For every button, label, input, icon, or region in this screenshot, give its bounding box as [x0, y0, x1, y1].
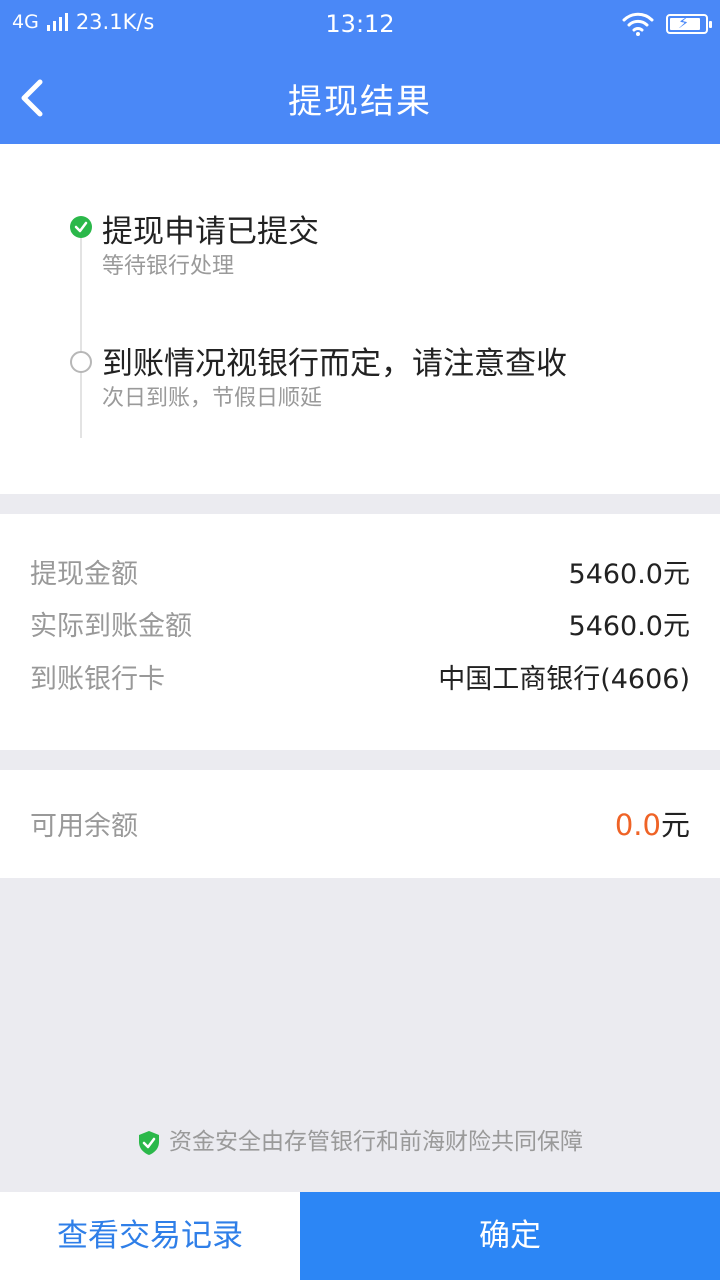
status-time: 13:12 — [325, 10, 395, 38]
view-records-button[interactable]: 查看交易记录 — [0, 1192, 300, 1280]
detail-row-amount: 提现金额 5460.0元 — [30, 552, 690, 592]
bottom-action-bar: 查看交易记录 确定 — [0, 1192, 720, 1280]
balance-unit: 元 — [660, 808, 690, 842]
security-note: 资金安全由存管银行和前海财险共同保障 — [0, 1122, 720, 1156]
step-subtitle: 等待银行处理 — [102, 254, 235, 279]
progress-timeline: 提现申请已提交 等待银行处理 到账情况视银行而定，请注意查收 次日到账，节假日顺… — [0, 144, 720, 494]
detail-label: 到账银行卡 — [30, 664, 165, 695]
withdrawal-details: 提现金额 5460.0元 实际到账金额 5460.0元 到账银行卡 中国工商银行… — [0, 514, 720, 750]
nav-bar: 提现结果 — [0, 52, 720, 144]
step-title: 提现申请已提交 — [102, 214, 319, 250]
balance-amount: 0.0 — [614, 808, 661, 842]
detail-value: 5460.0元 — [568, 611, 690, 642]
pending-circle-icon — [70, 351, 92, 373]
status-bar: 4G 23.1K/s 13:12 ⚡ — [0, 0, 720, 52]
security-note-text: 资金安全由存管银行和前海财险共同保障 — [169, 1129, 583, 1155]
page-title: 提现结果 — [288, 82, 432, 122]
wifi-icon — [622, 12, 654, 36]
battery-charging-icon: ⚡ — [666, 13, 712, 34]
status-right: ⚡ — [622, 12, 712, 36]
check-circle-icon — [70, 216, 92, 238]
timeline-line — [80, 224, 82, 438]
detail-value: 中国工商银行(4606) — [438, 664, 690, 695]
balance-value: 0.0元 — [615, 802, 690, 844]
step-title: 到账情况视银行而定，请注意查收 — [102, 346, 567, 382]
balance-label: 可用余额 — [30, 811, 138, 842]
shield-check-icon — [139, 1130, 159, 1155]
confirm-button[interactable]: 确定 — [300, 1192, 720, 1280]
available-balance: 可用余额 0.0元 — [0, 770, 720, 878]
detail-label: 实际到账金额 — [30, 611, 192, 642]
detail-row-received: 实际到账金额 5460.0元 — [30, 604, 690, 644]
detail-label: 提现金额 — [30, 559, 138, 590]
step-subtitle: 次日到账，节假日顺延 — [102, 386, 323, 411]
detail-row-bank-card: 到账银行卡 中国工商银行(4606) — [30, 657, 690, 697]
detail-value: 5460.0元 — [568, 559, 690, 590]
